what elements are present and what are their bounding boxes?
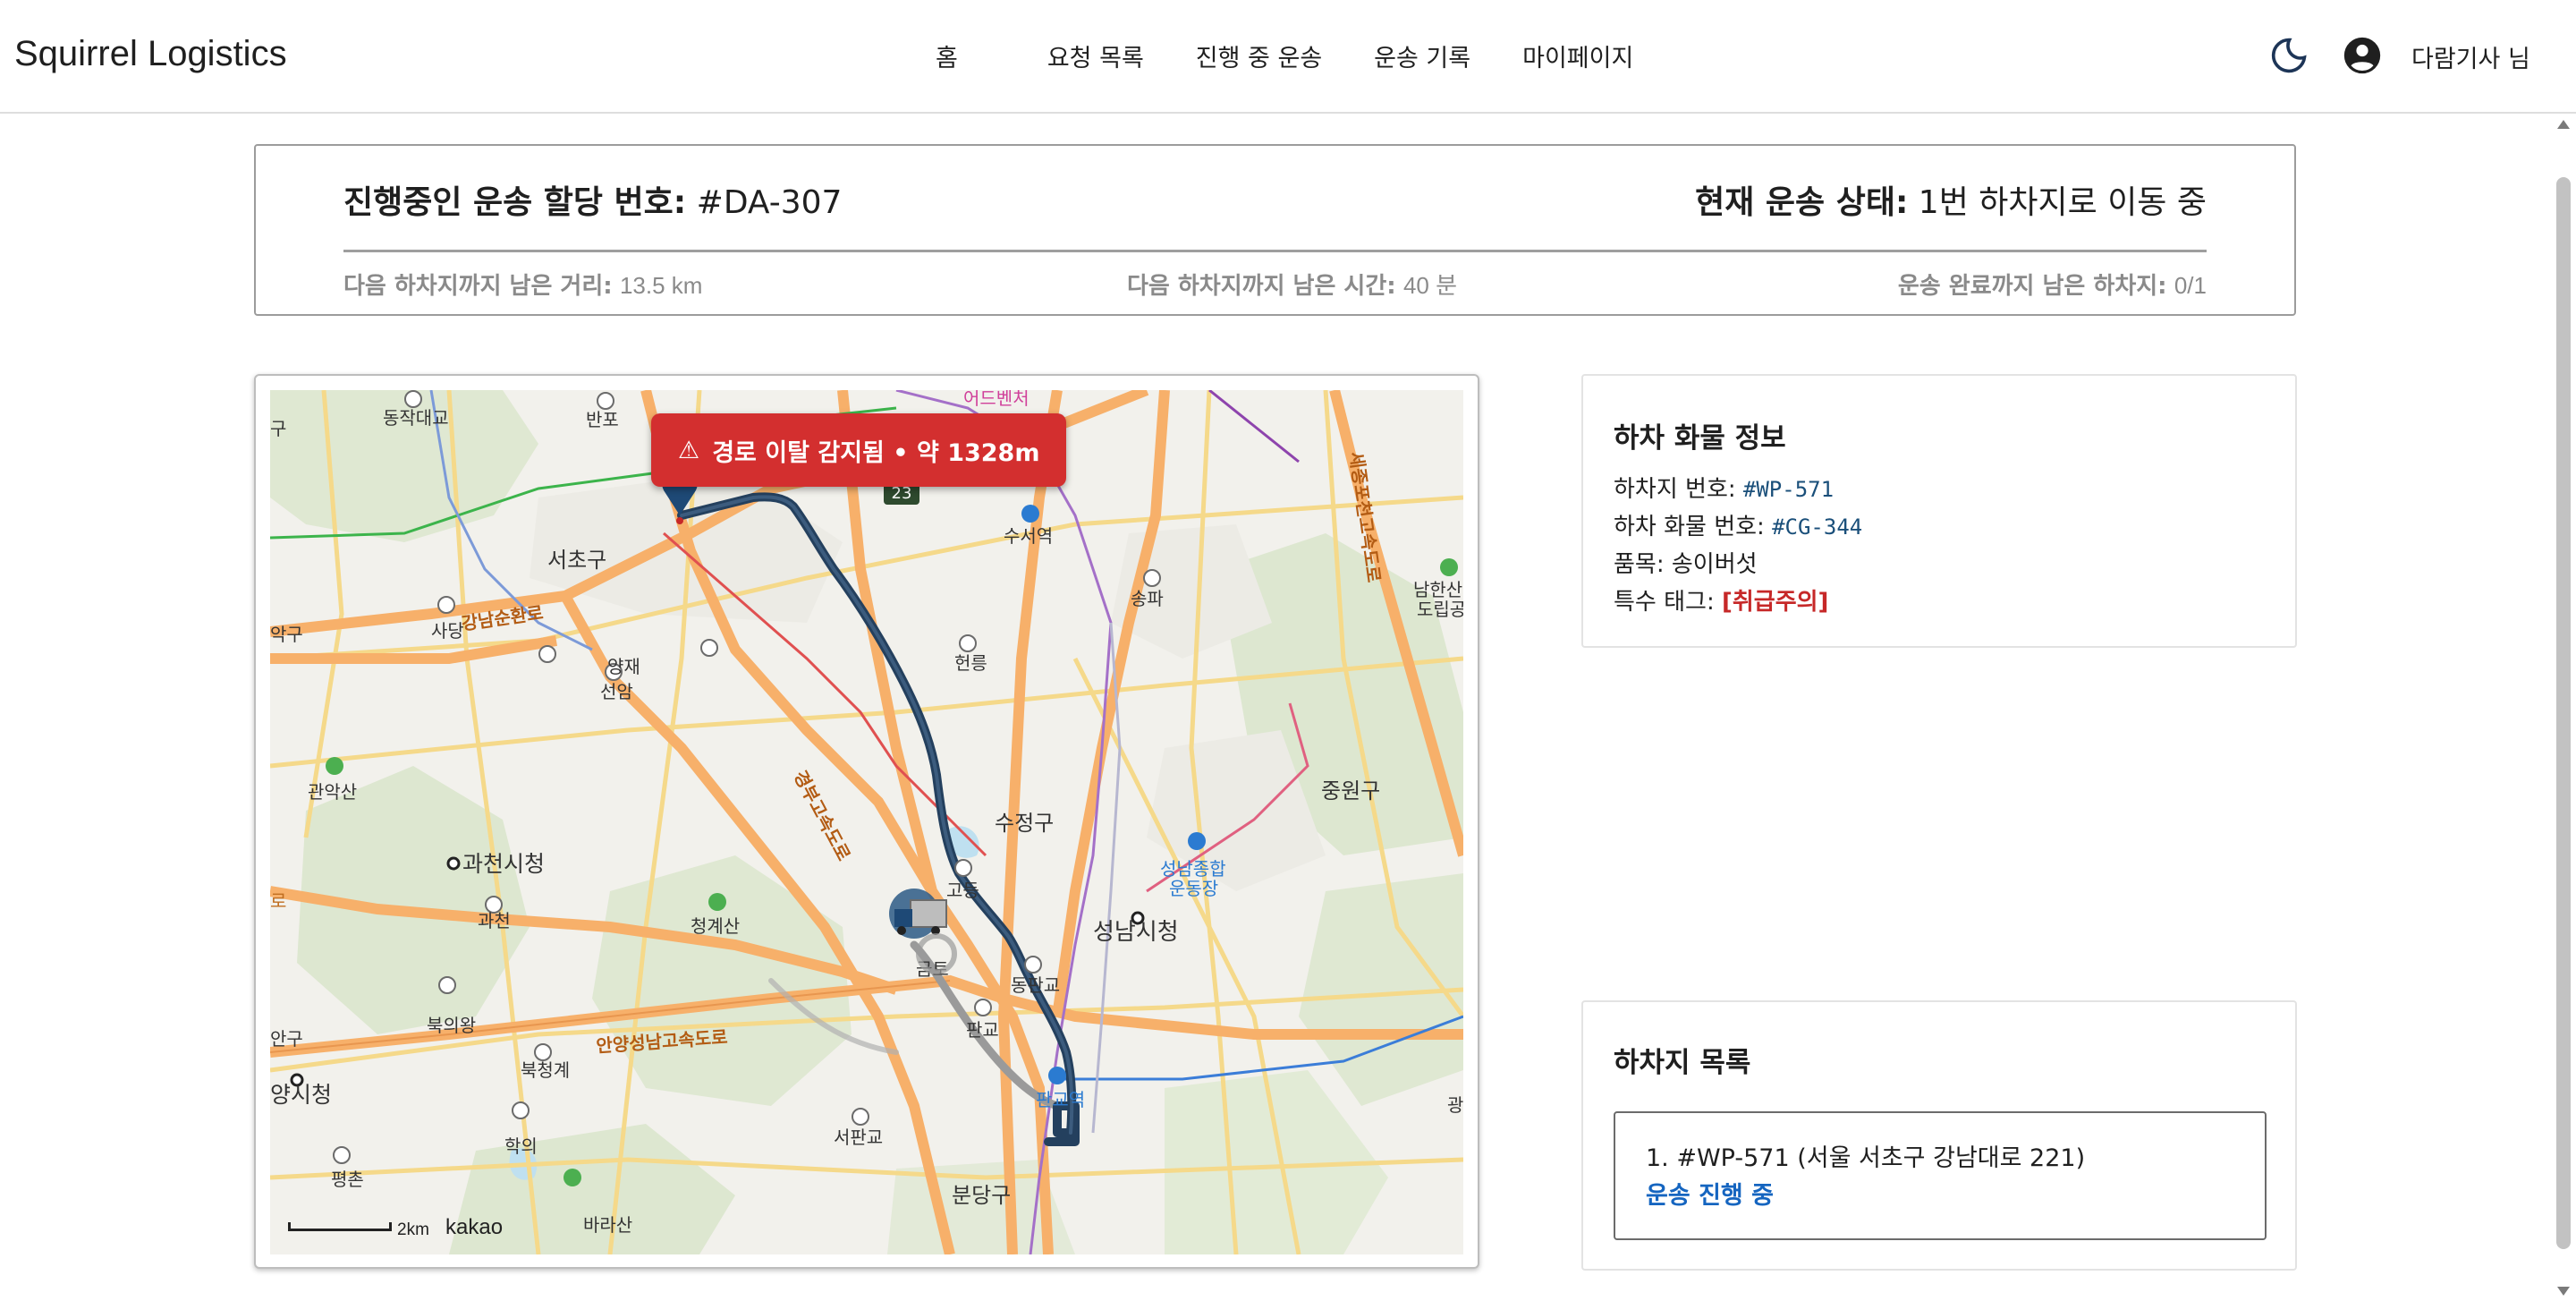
map-label: 서판교 — [834, 1127, 883, 1148]
map-label: 헌릉 — [954, 652, 987, 674]
delivery-status-card: 진행중인 운송 할당 번호: #DA-307 현재 운송 상태: 1번 하차지로… — [254, 144, 2296, 316]
nav-request-list[interactable]: 요청 목록 — [1047, 38, 1144, 73]
nav-links: 홈 요청 목록 진행 중 운송 운송 기록 마이페이지 — [894, 0, 1685, 111]
account-circle-icon[interactable] — [2343, 36, 2382, 75]
assignment-number: 진행중인 운송 할당 번호: #DA-307 — [343, 176, 842, 223]
special-tag-value: [취급주의] — [1721, 589, 1829, 616]
state-value: 1번 하차지로 이동 중 — [1918, 184, 2207, 221]
map-label: 평촌 — [331, 1169, 364, 1190]
map-label: 로 — [270, 890, 286, 912]
map-label: 선암 — [600, 681, 633, 702]
route-map[interactable]: 동작대교 반포 서초구 사당 양재 선암 관악산 과천시청 과천 청계산 북의왕… — [270, 390, 1463, 1254]
time-label: 다음 하차지까지 남은 시간: — [1127, 273, 1396, 300]
dropoff-address: 1. #WP-571 (서울 서초구 강남대로 221) — [1646, 1144, 2086, 1172]
stops-value: 0/1 — [2174, 272, 2207, 299]
remaining-stops: 운송 완료까지 남은 하차지: 0/1 — [1898, 268, 2207, 301]
item-row: 품목: 송이버섯 — [1614, 546, 1758, 579]
list-item[interactable]: 1. #WP-571 (서울 서초구 강남대로 221) 운송 진행 중 — [1614, 1111, 2267, 1240]
dropoff-number-label: 하차지 번호: — [1614, 476, 1736, 503]
divider — [343, 250, 2207, 252]
map-label: 서초구 — [547, 548, 606, 573]
route-deviation-alert[interactable]: ⚠ 경로 이탈 감지됨 • 약 1328m — [651, 413, 1067, 487]
dropoff-list-card: 하차지 목록 1. #WP-571 (서울 서초구 강남대로 221) 운송 진… — [1581, 1000, 2297, 1271]
warning-icon: ⚠ — [678, 436, 700, 464]
cargo-info-card: 하차 화물 정보 하차지 번호: #WP-571 하차 화물 번호: #CG-3… — [1581, 374, 2297, 648]
item-label: 품목: — [1614, 551, 1665, 578]
nav-history[interactable]: 운송 기록 — [1374, 38, 1470, 73]
map-card: 동작대교 반포 서초구 사당 양재 선암 관악산 과천시청 과천 청계산 북의왕… — [254, 374, 1479, 1269]
distance-value: 13.5 km — [619, 272, 703, 299]
map-label: 수서역 — [1004, 525, 1053, 547]
map-label: 고등 — [946, 880, 979, 901]
map-label: 도립공 — [1417, 599, 1463, 620]
map-label: 안구 — [270, 1028, 303, 1050]
item-value: 송이버섯 — [1671, 551, 1758, 578]
map-label: 성남종합 — [1160, 858, 1226, 880]
map-label: 북의왕 — [427, 1015, 476, 1036]
map-scale-label: 2km — [397, 1220, 429, 1239]
map-label: 판교 — [966, 1019, 999, 1041]
scroll-down-arrow-icon[interactable] — [2557, 1287, 2570, 1296]
map-label: 과천 — [478, 910, 511, 931]
scrollbar-thumb[interactable] — [2556, 177, 2571, 1249]
cargo-number-row: 하차 화물 번호: #CG-344 — [1614, 508, 1862, 541]
map-label: 북청계 — [521, 1059, 570, 1081]
map-label: 과천시청 — [462, 851, 545, 877]
distance-label: 다음 하차지까지 남은 거리: — [343, 273, 613, 300]
map-label: 동작대교 — [383, 407, 449, 429]
cargo-number-label: 하차 화물 번호: — [1614, 514, 1765, 540]
current-state: 현재 운송 상태: 1번 하차지로 이동 중 — [1695, 176, 2207, 223]
user-name[interactable]: 다람기사 님 — [2411, 39, 2530, 74]
map-label: 성남시청 — [1093, 919, 1179, 946]
map-label: 남한산 — [1413, 579, 1462, 600]
alert-text: 경로 이탈 감지됨 • 약 1328m — [712, 438, 1040, 467]
map-label: 광 — [1447, 1094, 1463, 1116]
map-provider-logo[interactable]: kakao — [445, 1215, 503, 1240]
map-label: 판교역 — [1036, 1089, 1085, 1110]
map-label: 사당 — [431, 620, 464, 642]
map-label: 양재 — [607, 656, 640, 677]
map-label: 구 — [270, 418, 286, 439]
cargo-number-value: #CG-344 — [1772, 514, 1863, 540]
cargo-card-title: 하차 화물 정보 — [1614, 422, 1786, 455]
map-label: 양시청 — [270, 1082, 332, 1108]
map-scale-bar — [288, 1222, 392, 1231]
map-label: 어드벤처 — [963, 390, 1030, 409]
nav-in-progress[interactable]: 진행 중 운송 — [1196, 38, 1322, 73]
nav-home[interactable]: 홈 — [936, 38, 958, 73]
dropoff-list-title: 하차지 목록 — [1614, 1047, 1751, 1079]
map-label: 수정구 — [995, 811, 1054, 836]
map-label: 악구 — [270, 624, 303, 645]
dropoff-number-row: 하차지 번호: #WP-571 — [1614, 471, 1834, 504]
map-label: 학의 — [504, 1135, 538, 1157]
assignment-label: 진행중인 운송 할당 번호: — [343, 184, 687, 221]
map-label: 송파 — [1131, 588, 1164, 609]
dropoff-status: 운송 진행 중 — [1646, 1182, 1774, 1210]
map-label: 분당구 — [952, 1183, 1011, 1208]
dropoff-number-value: #WP-571 — [1742, 477, 1835, 502]
special-tag-row: 특수 태그: [취급주의] — [1614, 583, 1828, 616]
top-navbar: Squirrel Logistics 홈 요청 목록 진행 중 운송 운송 기록… — [0, 0, 2576, 114]
map-label: 바라산 — [583, 1214, 632, 1236]
remaining-distance: 다음 하차지까지 남은 거리: 13.5 km — [343, 268, 702, 301]
special-tag-label: 특수 태그: — [1614, 589, 1715, 616]
map-label: 반포 — [586, 409, 619, 430]
time-value: 40 분 — [1402, 272, 1458, 299]
moon-icon[interactable] — [2269, 36, 2309, 75]
map-label: 운동장 — [1169, 878, 1218, 899]
map-label: 중원구 — [1321, 778, 1380, 804]
map-label: 동판교 — [1011, 974, 1060, 996]
map-label: 관악산 — [308, 781, 357, 803]
svg-text:23: 23 — [892, 484, 912, 503]
remaining-time: 다음 하차지까지 남은 시간: 40 분 — [1127, 268, 1457, 301]
map-label: 청계산 — [691, 915, 740, 937]
brand-logo[interactable]: Squirrel Logistics — [14, 34, 287, 74]
assignment-value: #DA-307 — [696, 184, 843, 221]
nav-mypage[interactable]: 마이페이지 — [1522, 38, 1633, 73]
state-label: 현재 운송 상태: — [1695, 184, 1909, 221]
scroll-up-arrow-icon[interactable] — [2557, 120, 2570, 129]
stops-label: 운송 완료까지 남은 하차지: — [1897, 273, 2167, 300]
map-canvas[interactable]: 동작대교 반포 서초구 사당 양재 선암 관악산 과천시청 과천 청계산 북의왕… — [270, 390, 1463, 1254]
